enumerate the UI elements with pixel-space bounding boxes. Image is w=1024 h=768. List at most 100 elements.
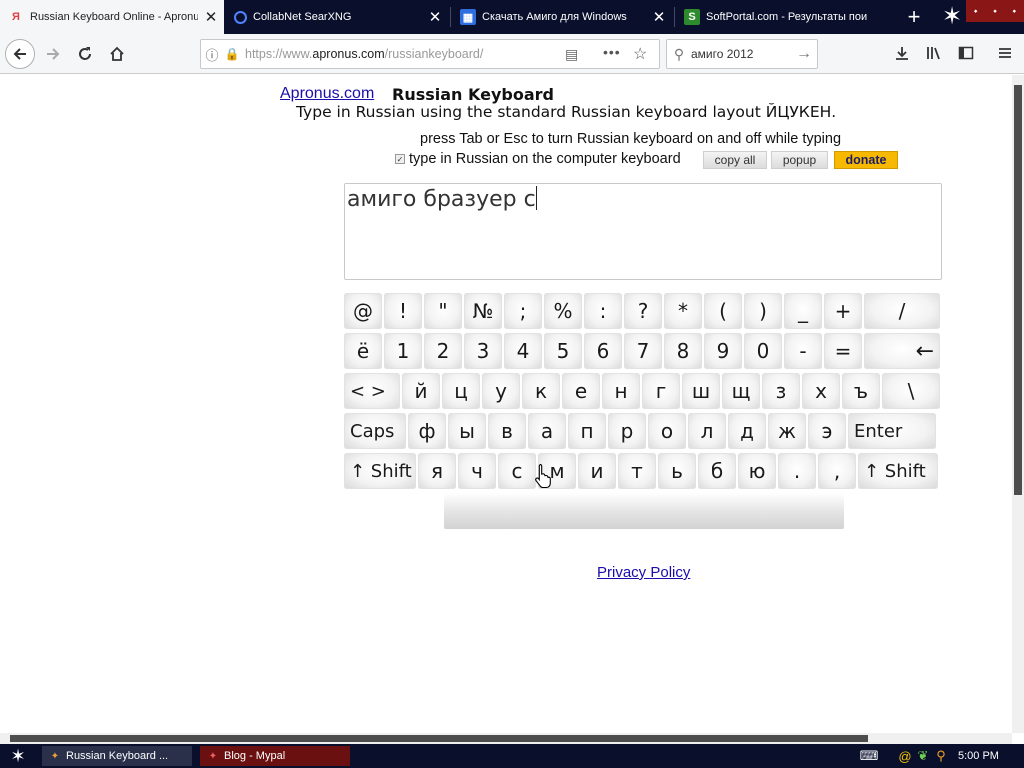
back-button[interactable] [5, 39, 35, 69]
key-с[interactable]: с [498, 453, 536, 489]
taskbar-item-blog[interactable]: ✦ Blog - Mypal [200, 746, 350, 766]
key-т[interactable]: т [618, 453, 656, 489]
vertical-scroll-thumb[interactable] [1014, 85, 1022, 495]
vertical-scrollbar[interactable] [1012, 75, 1024, 733]
key-caps-lock[interactable]: Caps [344, 413, 406, 449]
key-underscore[interactable]: _ [784, 293, 822, 329]
key-ц[interactable]: ц [442, 373, 480, 409]
horizontal-scroll-thumb[interactable] [10, 735, 868, 742]
key-ч[interactable]: ч [458, 453, 496, 489]
privacy-policy-link[interactable]: Privacy Policy [597, 564, 690, 581]
key-0[interactable]: 0 [744, 333, 782, 369]
key-3[interactable]: 3 [464, 333, 502, 369]
key-semicolon[interactable]: ; [504, 293, 542, 329]
russian-typing-checkbox[interactable]: ✓ [395, 154, 405, 164]
key-ж[interactable]: ж [768, 413, 806, 449]
info-icon[interactable]: ⓘ [201, 45, 223, 64]
key-exclamation[interactable]: ! [384, 293, 422, 329]
go-arrow-icon[interactable]: → [791, 45, 817, 63]
key-а[interactable]: а [528, 413, 566, 449]
key-ъ[interactable]: ъ [842, 373, 880, 409]
key-7[interactable]: 7 [624, 333, 662, 369]
key-з[interactable]: з [762, 373, 800, 409]
key-я[interactable]: я [418, 453, 456, 489]
key-к[interactable]: к [522, 373, 560, 409]
key-й[interactable]: й [402, 373, 440, 409]
key-colon[interactable]: : [584, 293, 622, 329]
page-actions-icon[interactable]: ••• [603, 44, 621, 60]
taskbar-item-russian-keyboard[interactable]: ✦ Russian Keyboard ... [42, 746, 192, 766]
reader-view-icon[interactable]: ▤ [565, 46, 578, 63]
menu-hamburger-icon[interactable] [994, 42, 1016, 64]
key-asterisk[interactable]: * [664, 293, 702, 329]
key-щ[interactable]: щ [722, 373, 760, 409]
close-window-icon[interactable]: ⬩ [1013, 6, 1017, 17]
key-ё[interactable]: ё [344, 333, 382, 369]
sidebar-toggle-icon[interactable] [955, 42, 977, 64]
key-г[interactable]: г [642, 373, 680, 409]
key-ы[interactable]: ы [448, 413, 486, 449]
key-е[interactable]: е [562, 373, 600, 409]
apronus-home-link[interactable]: Apronus.com [280, 85, 374, 103]
key-equals[interactable]: = [824, 333, 862, 369]
minimize-icon[interactable]: ⬩ [974, 6, 978, 17]
key-plus[interactable]: + [824, 293, 862, 329]
key-ф[interactable]: ф [408, 413, 446, 449]
close-icon[interactable]: ✕ [198, 8, 224, 26]
bookmark-star-icon[interactable]: ☆ [633, 44, 647, 64]
key-comma[interactable]: , [818, 453, 856, 489]
downloads-icon[interactable] [891, 42, 913, 64]
key-paren-open[interactable]: ( [704, 293, 742, 329]
key-э[interactable]: э [808, 413, 846, 449]
keyboard-layout-icon[interactable]: ⌨ [860, 747, 879, 765]
horizontal-scrollbar[interactable] [0, 733, 1012, 744]
russian-text-area[interactable]: амиго бразуер с [344, 183, 942, 280]
close-icon[interactable]: ✕ [422, 8, 448, 26]
close-icon[interactable]: ✕ [646, 8, 672, 26]
key-и[interactable]: и [578, 453, 616, 489]
tab-russian-keyboard[interactable]: Я Russian Keyboard Online - Apronus ✕ [0, 0, 224, 34]
key-enter[interactable]: Enter [848, 413, 936, 449]
key-minus[interactable]: - [784, 333, 822, 369]
key-в[interactable]: в [488, 413, 526, 449]
new-tab-button[interactable]: + [898, 0, 930, 34]
key-ь[interactable]: ь [658, 453, 696, 489]
tab-amigo-download[interactable]: ▦ Скачать Амиго для Windows ✕ [452, 0, 672, 34]
key-2[interactable]: 2 [424, 333, 462, 369]
key-angle-brackets[interactable]: < > [344, 373, 400, 409]
maximize-icon[interactable]: ⬩ [993, 6, 997, 17]
search-input[interactable]: амиго 2012 [691, 47, 791, 61]
network-icon[interactable]: ❦ [914, 747, 932, 765]
key-у[interactable]: у [482, 373, 520, 409]
key-backspace[interactable]: ← [864, 333, 940, 369]
key-5[interactable]: 5 [544, 333, 582, 369]
key-д[interactable]: д [728, 413, 766, 449]
key-shift-left[interactable]: ↑ Shift [344, 453, 416, 489]
key-8[interactable]: 8 [664, 333, 702, 369]
at-sign-icon[interactable]: @ [896, 747, 914, 765]
key-6[interactable]: 6 [584, 333, 622, 369]
key-paren-close[interactable]: ) [744, 293, 782, 329]
search-tray-icon[interactable]: ⚲ [932, 747, 950, 765]
key-percent[interactable]: % [544, 293, 582, 329]
key-numero[interactable]: № [464, 293, 502, 329]
key-б[interactable]: б [698, 453, 736, 489]
key-9[interactable]: 9 [704, 333, 742, 369]
popup-button[interactable]: popup [771, 151, 828, 169]
key-backslash[interactable]: \ [882, 373, 940, 409]
key-н[interactable]: н [602, 373, 640, 409]
key-question[interactable]: ? [624, 293, 662, 329]
key-period[interactable]: . [778, 453, 816, 489]
library-icon[interactable] [923, 42, 945, 64]
key-1[interactable]: 1 [384, 333, 422, 369]
key-р[interactable]: р [608, 413, 646, 449]
copy-all-button[interactable]: copy all [703, 151, 767, 169]
key-4[interactable]: 4 [504, 333, 542, 369]
reload-button[interactable] [70, 39, 100, 69]
tab-softportal[interactable]: S SoftPortal.com - Результаты пои [676, 0, 894, 34]
key-shift-right[interactable]: ↑ Shift [858, 453, 938, 489]
donate-button[interactable]: donate [834, 151, 898, 169]
start-button[interactable]: ✶ [0, 744, 36, 768]
key-at[interactable]: @ [344, 293, 382, 329]
search-bar[interactable]: ⚲ амиго 2012 → [666, 39, 818, 69]
